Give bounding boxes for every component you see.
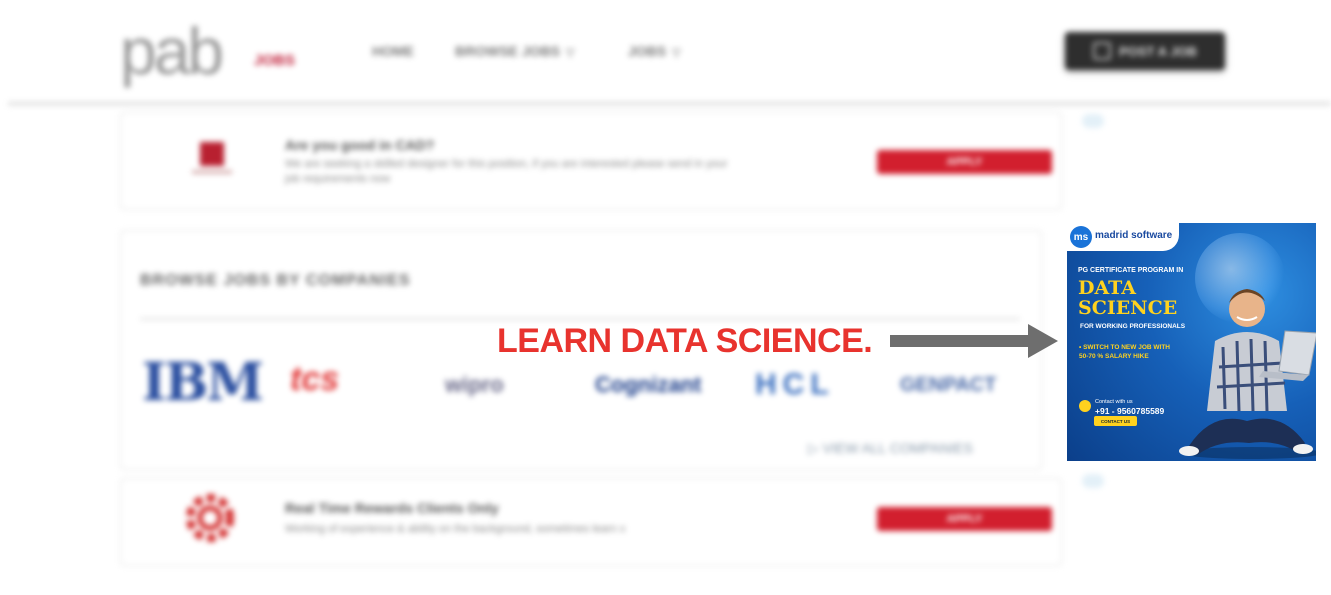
nav-home[interactable]: HOME xyxy=(372,43,414,59)
header-divider xyxy=(8,102,1331,107)
ad-contact-label: Contact with us xyxy=(1095,399,1133,405)
apply-button[interactable]: APPLY xyxy=(877,507,1052,531)
side-marker xyxy=(1082,114,1104,128)
site-logo[interactable]: pab xyxy=(120,18,224,84)
nav-jobs[interactable]: JOBS ▽ xyxy=(628,43,681,59)
job-title[interactable]: Real Time Rewards Clients Only xyxy=(285,500,499,516)
section-divider xyxy=(140,318,1020,320)
phone-icon xyxy=(1079,400,1091,412)
nav-browse-jobs[interactable]: BROWSE JOBS ▽ xyxy=(455,43,574,59)
chevron-down-icon: ▽ xyxy=(672,47,681,59)
ad-brand-bar: ms madrid software xyxy=(1067,223,1179,251)
promo-caption: LEARN DATA SCIENCE. xyxy=(497,322,873,360)
chevron-down-icon: ▽ xyxy=(566,47,575,59)
ad-headline: SCIENCE xyxy=(1078,297,1178,319)
ad-brand-name: madrid software xyxy=(1095,230,1173,241)
site-logo-sub: JOBS xyxy=(254,52,295,69)
contact-us-button[interactable]: CONTACT US xyxy=(1094,416,1137,426)
ad-bullet: • SWITCH TO NEW JOB WITH 50-70 % SALARY … xyxy=(1079,343,1170,361)
company-logo-tcs[interactable]: tcs xyxy=(290,360,339,399)
ad-bullet-line: • SWITCH TO NEW JOB WITH xyxy=(1079,344,1170,351)
company-logo-wipro[interactable]: wipro xyxy=(445,372,504,398)
section-title: BROWSE JOBS BY COMPANIES xyxy=(140,272,411,289)
job-description: Working of experience & ability on the b… xyxy=(285,523,626,535)
user-icon xyxy=(1093,42,1112,60)
gear-icon xyxy=(186,494,234,542)
company-logo-genpact[interactable]: GENPACT xyxy=(900,374,996,397)
post-job-label: POST A JOB xyxy=(1119,43,1197,59)
data-science-ad-banner[interactable]: ms madrid software PG CERTIFICATE PROGRA… xyxy=(1067,223,1316,461)
site-header: pab JOBS HOME BROWSE JOBS ▽ JOBS ▽ POST A … xyxy=(0,0,1331,104)
company-logo-ibm[interactable]: IBM xyxy=(142,352,264,413)
apply-button[interactable]: APPLY xyxy=(877,150,1052,174)
company-logo-caption xyxy=(192,170,232,174)
view-all-companies-link[interactable]: ▷ VIEW ALL COMPANIES xyxy=(808,440,973,457)
company-logo-hcl[interactable]: HCL xyxy=(755,368,835,402)
job-description: job requirements now xyxy=(285,173,391,185)
post-job-button[interactable]: POST A JOB xyxy=(1065,32,1225,70)
side-marker xyxy=(1082,474,1104,488)
job-description: We are seeking a skilled designer for th… xyxy=(285,158,728,170)
arrow-right-icon: ▷ xyxy=(808,440,823,456)
ad-bullet-line: 50-70 % SALARY HIKE xyxy=(1079,353,1149,360)
brand-logo-icon: ms xyxy=(1070,226,1092,248)
job-title[interactable]: Are you good in CAD? xyxy=(285,137,434,153)
person-with-laptop-illustration xyxy=(1179,289,1316,459)
ad-phone-number: +91 - 9560785589 xyxy=(1095,406,1165,416)
company-logo-icon xyxy=(200,142,224,166)
ad-headline: DATA xyxy=(1078,277,1137,299)
company-logo-cognizant[interactable]: Cognizant xyxy=(595,372,701,398)
arrow-right-icon xyxy=(890,324,1058,358)
